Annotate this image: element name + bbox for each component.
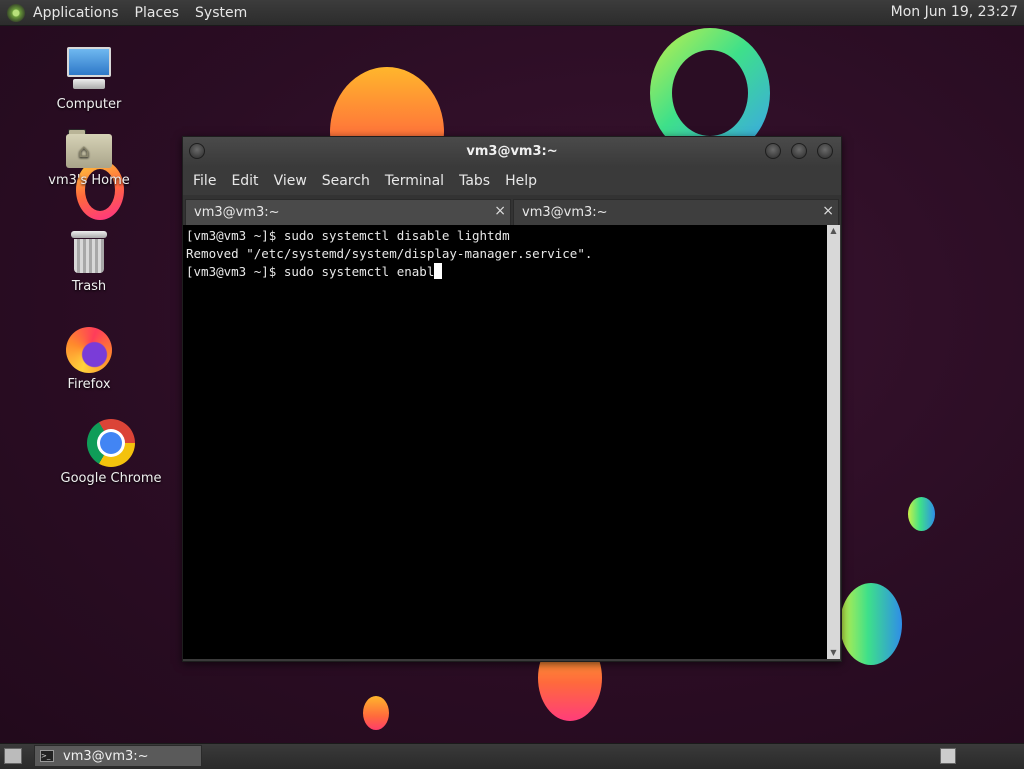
menu-view[interactable]: View — [274, 173, 307, 189]
taskbar-window-label: vm3@vm3:~ — [63, 749, 149, 764]
menu-terminal[interactable]: Terminal — [385, 173, 444, 189]
desktop-icon-label: Firefox — [67, 377, 111, 392]
desktop-icon-label: vm3's Home — [48, 173, 130, 188]
tab-label: vm3@vm3:~ — [522, 205, 608, 220]
scroll-down-icon[interactable]: ▼ — [827, 647, 840, 659]
distro-logo-icon[interactable] — [7, 3, 25, 22]
terminal-scrollbar[interactable]: ▲ ▼ — [827, 225, 840, 659]
panel-clock[interactable]: Mon Jun 19, 23:27 — [891, 4, 1018, 20]
desktop-icon-home[interactable]: ⌂ vm3's Home — [34, 129, 144, 188]
terminal-input-text: [vm3@vm3 ~]$ sudo systemctl enabl — [186, 264, 435, 279]
terminal-output[interactable]: [vm3@vm3 ~]$ sudo systemctl disable ligh… — [183, 225, 827, 659]
show-desktop-icon[interactable] — [4, 748, 22, 764]
terminal-tab-1[interactable]: vm3@vm3:~ × — [185, 199, 511, 225]
window-title: vm3@vm3:~ — [466, 144, 558, 159]
window-titlebar[interactable]: vm3@vm3:~ — [183, 137, 841, 167]
terminal-line: Removed "/etc/systemd/system/display-man… — [186, 246, 593, 261]
desktop-icon-computer[interactable]: Computer — [34, 47, 144, 112]
home-folder-icon: ⌂ — [66, 129, 112, 169]
firefox-icon — [66, 327, 112, 373]
menu-edit[interactable]: Edit — [231, 173, 258, 189]
menu-file[interactable]: File — [193, 173, 216, 189]
maximize-button[interactable] — [791, 143, 807, 159]
terminal-menubar: File Edit View Search Terminal Tabs Help — [183, 167, 841, 195]
trash-icon — [71, 231, 107, 275]
desktop-icon-label: Computer — [56, 97, 122, 112]
desktop-icon-firefox[interactable]: Firefox — [34, 327, 144, 392]
terminal-window: vm3@vm3:~ File Edit View Search Terminal… — [182, 136, 842, 662]
desktop-icon-trash[interactable]: Trash — [34, 231, 144, 294]
terminal-prompt-line: [vm3@vm3 ~]$ sudo systemctl enabl — [183, 263, 827, 281]
wallpaper-green-blob-small — [908, 497, 935, 531]
scroll-up-icon[interactable]: ▲ — [827, 225, 840, 237]
computer-icon — [65, 47, 113, 93]
places-menu[interactable]: Places — [135, 5, 180, 21]
menu-search[interactable]: Search — [322, 173, 370, 189]
text-cursor — [434, 263, 443, 279]
desktop-icon-chrome[interactable]: Google Chrome — [56, 419, 166, 486]
applications-menu[interactable]: Applications — [33, 5, 119, 21]
wallpaper-orange-blob-tiny — [363, 696, 389, 730]
chrome-icon — [87, 419, 135, 467]
terminal-tabbar: vm3@vm3:~ × vm3@vm3:~ × — [183, 195, 841, 225]
system-menu[interactable]: System — [195, 5, 247, 21]
menu-tabs[interactable]: Tabs — [459, 173, 490, 189]
terminal-icon: >_ — [40, 750, 54, 762]
menu-help[interactable]: Help — [505, 173, 537, 189]
bottom-panel: >_ vm3@vm3:~ — [0, 743, 1024, 769]
tab-close-icon[interactable]: × — [494, 203, 506, 219]
terminal-tab-2[interactable]: vm3@vm3:~ × — [513, 199, 839, 225]
top-panel: Applications Places System Mon Jun 19, 2… — [0, 0, 1024, 26]
desktop-icon-label: Google Chrome — [60, 471, 162, 486]
minimize-button[interactable] — [765, 143, 781, 159]
tab-close-icon[interactable]: × — [822, 203, 834, 219]
wallpaper-green-blob-large — [840, 583, 902, 665]
close-button[interactable] — [817, 143, 833, 159]
taskbar-window-button[interactable]: >_ vm3@vm3:~ — [34, 745, 202, 767]
terminal-line: [vm3@vm3 ~]$ sudo systemctl disable ligh… — [186, 228, 510, 243]
workspace-switcher-icon[interactable] — [940, 748, 956, 764]
desktop-icon-label: Trash — [71, 279, 107, 294]
tab-label: vm3@vm3:~ — [194, 205, 280, 220]
